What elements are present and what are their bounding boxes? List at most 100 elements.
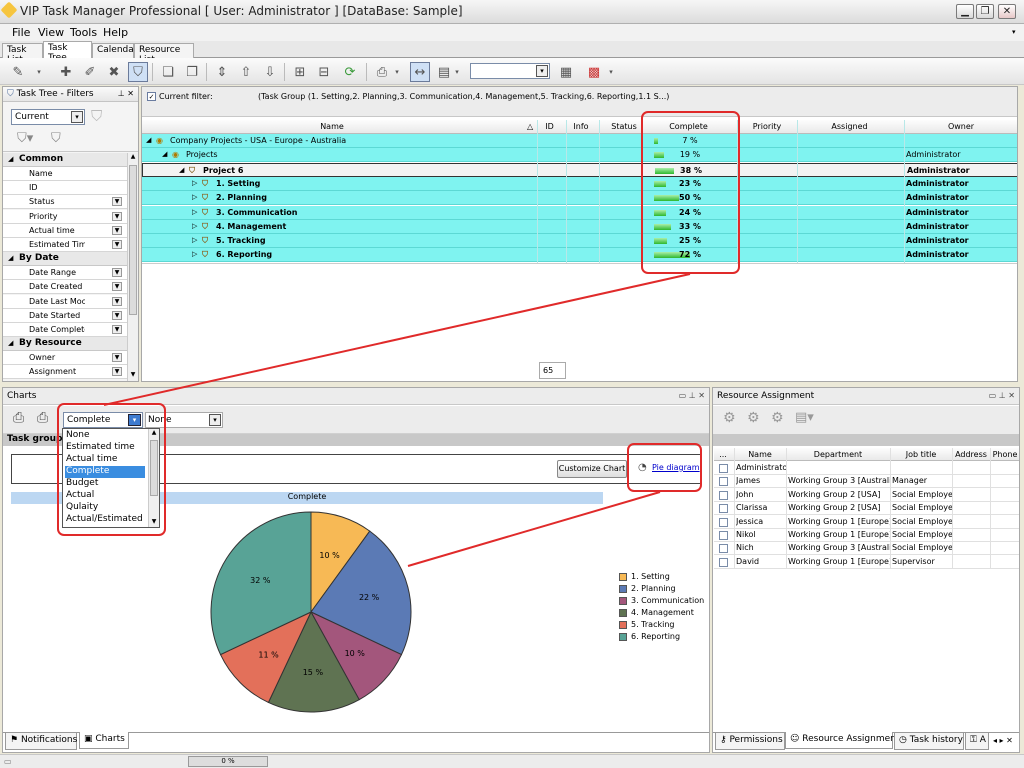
- resource-checkbox[interactable]: [719, 504, 728, 514]
- filter-row[interactable]: Name: [3, 167, 127, 181]
- column-header-info[interactable]: Info: [566, 122, 596, 131]
- filter-group[interactable]: ◢ Common: [3, 153, 127, 167]
- close-button[interactable]: ✕: [998, 4, 1016, 19]
- maximize-button[interactable]: ❐: [976, 4, 994, 19]
- task-row[interactable]: ▷ ⛉ 5. Tracking 25 % Administrator: [142, 234, 1017, 249]
- filter-row[interactable]: Estimated Tim ▼: [3, 238, 127, 252]
- chevron-down-icon[interactable]: ▼: [112, 296, 122, 306]
- filter-preset-select[interactable]: Current ▾: [11, 109, 85, 125]
- new-task-icon[interactable]: ✎: [8, 62, 28, 82]
- expand-toggle-icon[interactable]: ◢: [179, 166, 184, 174]
- filter-row[interactable]: Date Last Moc ▼: [3, 294, 127, 309]
- resource-column-header[interactable]: Name: [734, 450, 786, 459]
- print-icon[interactable]: ⎙: [372, 62, 392, 82]
- dropdown-arrow-icon[interactable]: ▾: [34, 62, 44, 82]
- tab-task-list[interactable]: Task List: [2, 43, 43, 65]
- expand-toggle-icon[interactable]: ▷: [192, 179, 197, 187]
- filter-row[interactable]: Date Complete ▼: [3, 323, 127, 337]
- resource-row[interactable]: Nich Working Group 3 [Australia] Social Em…: [714, 542, 1019, 556]
- tab-calendar[interactable]: Calendar: [92, 43, 137, 58]
- panel-pin-icon[interactable]: ▭ ⊥ ✕: [989, 391, 1015, 400]
- expand-all-icon[interactable]: ⊞: [290, 62, 310, 82]
- filter-row[interactable]: Assignment ▼: [3, 365, 127, 380]
- column-header-assigned[interactable]: Assigned: [797, 122, 902, 131]
- column-header-name[interactable]: Name: [142, 122, 522, 131]
- columns-icon[interactable]: ▤▾: [795, 410, 814, 425]
- task-row[interactable]: ◢ ◉ Company Projects - USA - Europe - Aust…: [142, 134, 1017, 148]
- expand-toggle-icon[interactable]: ◢: [162, 150, 167, 158]
- scroll-down-icon[interactable]: ▼: [128, 371, 138, 381]
- tab-attachments[interactable]: ⚿ A: [965, 733, 989, 750]
- clear-filter-dropdown-icon[interactable]: ▾: [606, 62, 616, 82]
- filters-scrollbar-thumb[interactable]: [129, 165, 137, 315]
- filters-scrollbar[interactable]: ▲ ▼: [127, 153, 138, 381]
- filter-row[interactable]: Date Created ▼: [3, 280, 127, 295]
- columns-icon[interactable]: ▤: [434, 62, 454, 82]
- menu-help[interactable]: Help: [103, 26, 128, 39]
- current-filter-checkbox[interactable]: ✓: [147, 92, 156, 101]
- task-row[interactable]: ▷ ⛉ 4. Management 33 % Administrator: [142, 219, 1017, 234]
- print-preview-icon[interactable]: ⎙: [37, 410, 48, 426]
- task-row[interactable]: ◢ ◉ Projects 19 % Administrator: [142, 148, 1017, 163]
- customize-chart-button[interactable]: Customize Chart: [557, 460, 627, 478]
- filter-row[interactable]: Priority ▼: [3, 209, 127, 224]
- resource-checkbox[interactable]: [719, 464, 728, 473]
- tab-permissions[interactable]: ⚷ Permissions: [715, 733, 785, 750]
- tab-charts[interactable]: ▣ Charts: [79, 732, 129, 749]
- filter-row[interactable]: Actual time ▼: [3, 223, 127, 238]
- filter-group[interactable]: ◢ By Resource: [3, 337, 127, 352]
- chevron-down-icon[interactable]: ▼: [112, 240, 122, 249]
- resource-checkbox[interactable]: [719, 477, 728, 487]
- move-up-icon[interactable]: ⇧: [236, 62, 256, 82]
- filter-row[interactable]: Date Range ▼: [3, 266, 127, 281]
- resource-row[interactable]: Jessica Working Group 1 [Europe] Social Em…: [714, 516, 1019, 529]
- resource-column-header[interactable]: Department: [786, 450, 890, 459]
- resource-checkbox[interactable]: [719, 517, 728, 527]
- chevron-down-icon[interactable]: ▼: [112, 310, 122, 320]
- resource-row[interactable]: John Working Group 2 [USA] Social Employee: [714, 489, 1019, 502]
- print-icon[interactable]: ⎙: [13, 410, 24, 426]
- assign-all-icon[interactable]: ⚙: [771, 410, 784, 426]
- resource-row[interactable]: David Working Group 1 [Europe] Supervisor: [714, 556, 1019, 569]
- refresh-icon[interactable]: ⟳: [340, 62, 360, 82]
- paste-task-icon[interactable]: ❐: [182, 62, 202, 82]
- tab-notifications[interactable]: ⚑ Notifications: [5, 733, 77, 750]
- edit-task-icon[interactable]: ✐: [80, 62, 100, 82]
- expand-toggle-icon[interactable]: ◢: [146, 136, 151, 144]
- resource-row[interactable]: James Working Group 3 [Australia] Manager: [714, 475, 1019, 489]
- chevron-down-icon[interactable]: ▼: [112, 325, 122, 334]
- chevron-down-icon[interactable]: ▼: [112, 353, 122, 363]
- resource-row[interactable]: Nikol Working Group 1 [Europe] Social Empl…: [714, 529, 1019, 542]
- chevron-down-icon[interactable]: ▼: [112, 225, 122, 235]
- tab-scroll-arrows-icon[interactable]: ◂ ▸ ✕: [993, 736, 1013, 745]
- task-row[interactable]: ▷ ⛉ 1. Setting 23 % Administrator: [142, 176, 1017, 191]
- menu-view[interactable]: View: [38, 26, 64, 39]
- filter-apply-icon[interactable]: ⛉: [91, 107, 102, 125]
- resource-row[interactable]: Administrator: [714, 462, 1019, 475]
- chevron-down-icon[interactable]: ▼: [112, 268, 122, 278]
- print-dropdown-icon[interactable]: ▾: [392, 62, 402, 82]
- tab-task-history[interactable]: ◷ Task history: [894, 733, 964, 750]
- menu-file[interactable]: File: [12, 26, 30, 39]
- task-row[interactable]: ▷ ⛉ 6. Reporting 72 % Administrator: [142, 248, 1017, 263]
- column-header-owner[interactable]: Owner: [904, 122, 1017, 131]
- resource-checkbox[interactable]: [719, 557, 728, 567]
- resource-checkbox[interactable]: [719, 490, 728, 500]
- filter-row[interactable]: Owner ▼: [3, 351, 127, 366]
- fit-width-icon[interactable]: ↔: [410, 62, 430, 82]
- filter-row[interactable]: Status ▼: [3, 195, 127, 210]
- resource-checkbox[interactable]: [719, 531, 728, 540]
- resource-column-header[interactable]: Address: [952, 450, 990, 459]
- filter-row[interactable]: Date Started ▼: [3, 308, 127, 323]
- chevron-down-icon[interactable]: ▼: [112, 367, 122, 377]
- copy-task-icon[interactable]: ❏: [158, 62, 178, 82]
- tab-task-tree[interactable]: Task Tree: [43, 41, 92, 63]
- resource-column-header[interactable]: ...: [714, 450, 732, 459]
- filter-row[interactable]: ID: [3, 181, 127, 196]
- filter-options-icon[interactable]: ⛉▾: [17, 131, 33, 146]
- resource-checkbox[interactable]: [719, 544, 728, 554]
- chevron-down-icon[interactable]: ▼: [112, 211, 122, 221]
- expand-toggle-icon[interactable]: ▷: [192, 236, 197, 244]
- export-icon[interactable]: ▦: [556, 62, 576, 82]
- minimize-button[interactable]: ▁: [956, 4, 974, 19]
